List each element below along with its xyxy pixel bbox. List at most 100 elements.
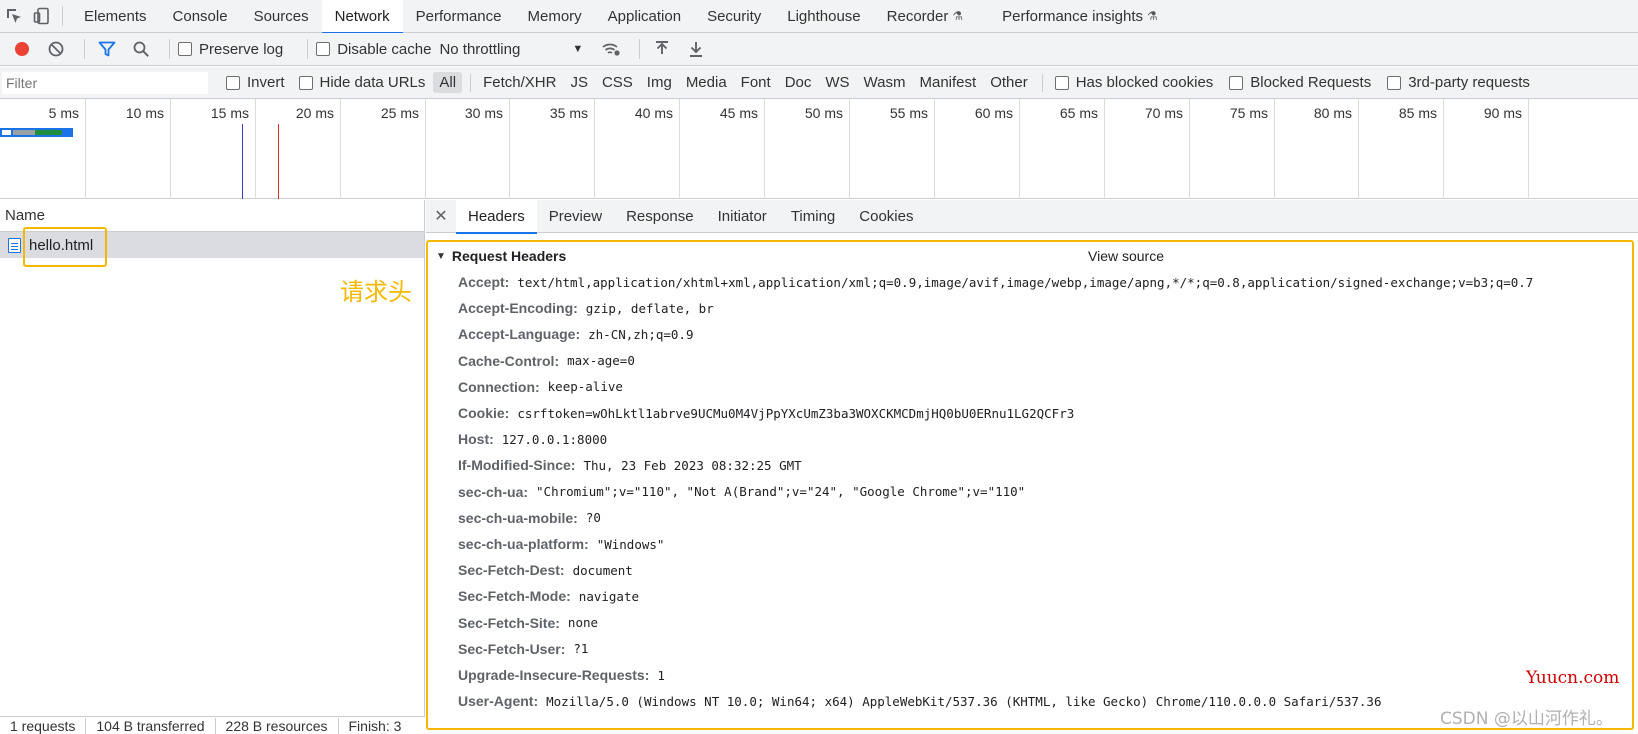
- header-value[interactable]: "Windows": [597, 537, 665, 552]
- request-headers-toggle[interactable]: ▼ Request Headers: [436, 248, 566, 264]
- filter-type-all[interactable]: All: [433, 72, 463, 93]
- filter-type-ws[interactable]: WS: [819, 72, 855, 93]
- header-value[interactable]: 127.0.0.1:8000: [502, 432, 607, 447]
- export-har-icon[interactable]: [682, 35, 710, 63]
- header-value[interactable]: ?0: [586, 510, 601, 525]
- filter-type-wasm[interactable]: Wasm: [858, 72, 912, 93]
- preserve-log-checkbox[interactable]: Preserve log: [178, 41, 283, 58]
- devtools-tab-bar: Elements Console Sources Network Performance…: [0, 0, 1638, 34]
- header-name: Accept-Encoding:: [458, 300, 578, 317]
- filter-type-img[interactable]: Img: [641, 72, 678, 93]
- invert-checkbox[interactable]: Invert: [226, 74, 285, 91]
- timeline-tick-label: 70 ms: [1144, 105, 1183, 121]
- filter-type-css[interactable]: CSS: [596, 72, 639, 93]
- filter-type-js[interactable]: JS: [564, 72, 594, 93]
- checkbox-box[interactable]: [1229, 75, 1244, 90]
- hide-data-urls-label: Hide data URLs: [319, 74, 426, 91]
- header-value[interactable]: 1: [657, 668, 665, 683]
- checkbox-box[interactable]: [1387, 75, 1402, 90]
- header-row: Host: 127.0.0.1:8000: [458, 429, 607, 449]
- import-har-icon[interactable]: [648, 35, 676, 63]
- blocked-requests-checkbox[interactable]: Blocked Requests: [1229, 74, 1371, 91]
- details-tab-response[interactable]: Response: [614, 200, 706, 233]
- header-row: Sec-Fetch-User: ?1: [458, 639, 588, 659]
- clear-icon[interactable]: [42, 35, 70, 63]
- throttling-select[interactable]: No throttling: [439, 41, 520, 58]
- header-value[interactable]: zh-CN,zh;q=0.9: [588, 327, 693, 342]
- tab-performance[interactable]: Performance: [403, 0, 515, 33]
- tab-sources[interactable]: Sources: [241, 0, 322, 33]
- close-icon[interactable]: ✕: [426, 206, 456, 226]
- devtools-tabs: Elements Console Sources Network Performance…: [71, 0, 1184, 34]
- hide-data-urls-checkbox[interactable]: Hide data URLs: [298, 74, 426, 91]
- filter-type-manifest[interactable]: Manifest: [914, 72, 983, 93]
- tab-lighthouse[interactable]: Lighthouse: [774, 0, 873, 33]
- timeline-tick-label: 40 ms: [634, 105, 673, 121]
- checkbox-box[interactable]: [316, 42, 331, 56]
- tab-security[interactable]: Security: [694, 0, 774, 33]
- checkbox-box[interactable]: [1054, 75, 1069, 90]
- checkbox-box[interactable]: [226, 75, 240, 90]
- disable-cache-label: Disable cache: [337, 40, 432, 58]
- has-blocked-cookies-checkbox[interactable]: Has blocked cookies: [1054, 74, 1213, 91]
- details-tab-initiator[interactable]: Initiator: [706, 200, 779, 233]
- disable-cache-checkbox[interactable]: Disable cache: [316, 41, 431, 58]
- filter-type-font[interactable]: Font: [735, 72, 777, 93]
- filter-input[interactable]: [2, 71, 208, 94]
- third-party-requests-checkbox[interactable]: 3rd-party requests: [1387, 74, 1530, 91]
- header-value[interactable]: max-age=0: [567, 353, 635, 368]
- tab-label: Performance: [415, 7, 502, 25]
- details-tab-preview[interactable]: Preview: [537, 200, 614, 233]
- tab-network[interactable]: Network: [321, 0, 403, 34]
- inspect-element-icon[interactable]: [0, 0, 28, 33]
- checkbox-box[interactable]: [178, 42, 192, 56]
- timeline-gridline: [1528, 99, 1529, 199]
- header-value[interactable]: "Chromium";v="110", "Not A(Brand";v="24"…: [536, 484, 1025, 499]
- experimental-flask-icon: ⚗: [1147, 9, 1158, 23]
- timeline-tick-label: 45 ms: [719, 105, 758, 121]
- header-value[interactable]: Thu, 23 Feb 2023 08:32:25 GMT: [583, 458, 801, 473]
- header-value[interactable]: gzip, deflate, br: [586, 301, 714, 316]
- tab-application[interactable]: Application: [595, 0, 694, 33]
- search-icon[interactable]: [127, 35, 155, 63]
- timeline-overview[interactable]: 5 ms 10 ms 15 ms 20 ms 25 ms 30 ms 35 ms 40 ms 4…: [0, 99, 1638, 199]
- filter-type-fetch-xhr[interactable]: Fetch/XHR: [477, 72, 562, 93]
- status-resources: 228 B resources: [216, 717, 339, 734]
- chevron-down-icon[interactable]: ▼: [572, 43, 583, 55]
- header-value[interactable]: document: [573, 563, 633, 578]
- status-requests: 1 requests: [0, 717, 87, 734]
- header-value[interactable]: ?1: [573, 641, 588, 656]
- filter-type-doc[interactable]: Doc: [779, 72, 818, 93]
- header-value[interactable]: none: [568, 615, 598, 630]
- tab-memory[interactable]: Memory: [515, 0, 595, 33]
- tab-recorder[interactable]: Recorder ⚗: [874, 0, 989, 33]
- header-value[interactable]: csrftoken=wOhLktl1abrve9UCMu0M4VjPpYXcUm…: [517, 406, 1074, 421]
- filter-type-other[interactable]: Other: [984, 72, 1034, 93]
- details-tab-timing[interactable]: Timing: [779, 200, 847, 233]
- tab-label: Network: [334, 7, 390, 25]
- details-tab-cookies[interactable]: Cookies: [847, 200, 925, 233]
- view-source-button[interactable]: View source: [1088, 248, 1164, 264]
- details-tab-bar: ✕ Headers Preview Response Initiator Timing C…: [426, 199, 1638, 234]
- checkbox-box[interactable]: [298, 75, 313, 90]
- triangle-down-icon: ▼: [436, 250, 446, 262]
- timeline-tick-label: 85 ms: [1398, 105, 1437, 121]
- network-conditions-icon[interactable]: [597, 35, 625, 63]
- header-row: Accept-Encoding: gzip, deflate, br: [458, 298, 714, 318]
- header-value[interactable]: Mozilla/5.0 (Windows NT 10.0; Win64; x64…: [546, 694, 1381, 709]
- header-value[interactable]: text/html,application/xhtml+xml,applicat…: [517, 275, 1533, 290]
- tab-label: Console: [172, 7, 228, 25]
- tab-performance-insights[interactable]: Performance insights ⚗: [989, 0, 1184, 33]
- details-tab-headers[interactable]: Headers: [456, 199, 537, 234]
- header-row: Sec-Fetch-Dest: document: [458, 560, 633, 580]
- third-party-requests-label: 3rd-party requests: [1408, 74, 1530, 91]
- filter-type-media[interactable]: Media: [680, 72, 733, 93]
- timeline-tick-label: 5 ms: [48, 105, 79, 121]
- filter-icon[interactable]: [93, 35, 121, 63]
- device-toolbar-icon[interactable]: [28, 0, 56, 33]
- header-value[interactable]: navigate: [579, 589, 639, 604]
- record-button[interactable]: [8, 35, 36, 63]
- header-value[interactable]: keep-alive: [548, 379, 623, 394]
- tab-elements[interactable]: Elements: [71, 0, 160, 33]
- tab-console[interactable]: Console: [160, 0, 241, 33]
